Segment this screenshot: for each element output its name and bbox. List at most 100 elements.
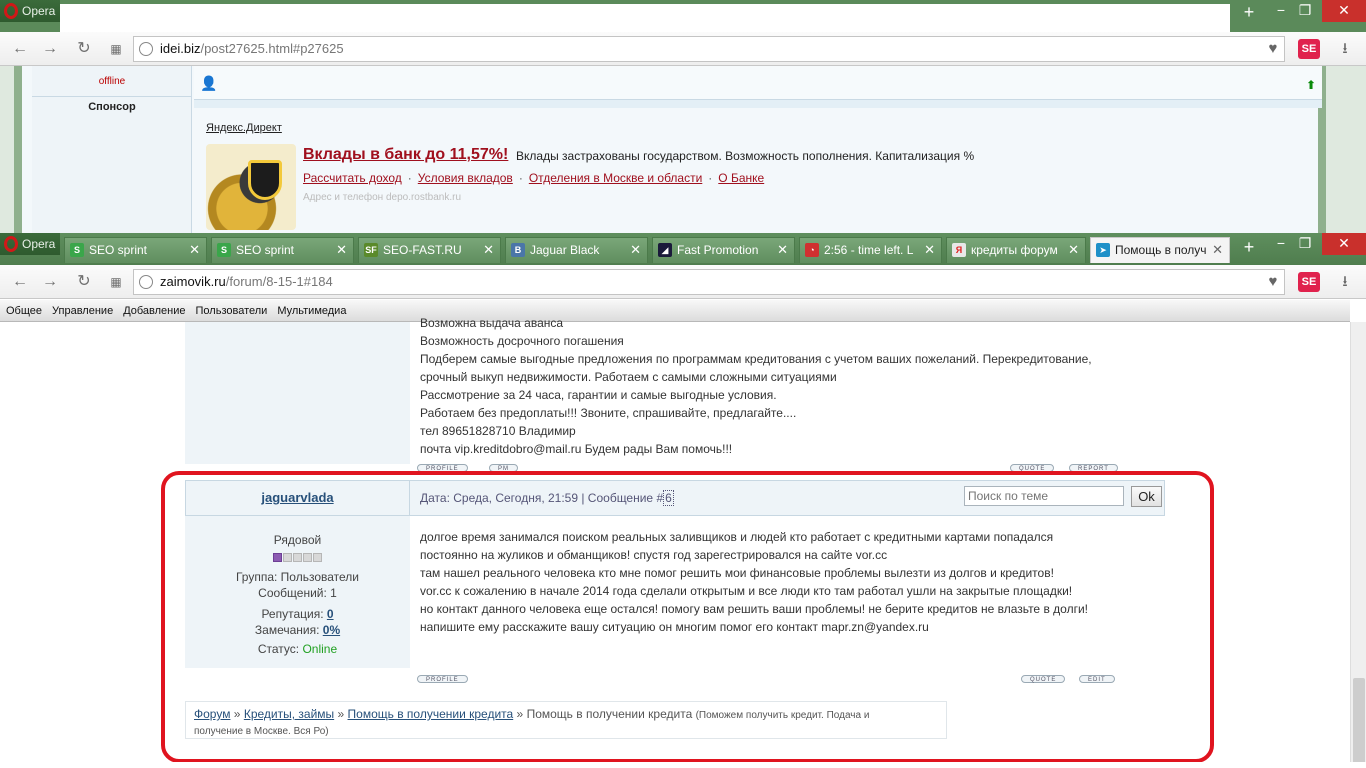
opera-menu-button[interactable]: Opera (0, 0, 60, 22)
warnings-link[interactable]: 0% (323, 623, 340, 637)
ad-link-calc[interactable]: Рассчитать доход (303, 171, 402, 185)
user-profile-icon[interactable]: 👤 (200, 75, 217, 92)
go-top-icon[interactable]: ⬆ (1306, 78, 1316, 92)
se-extension-icon[interactable]: SE (1298, 39, 1320, 59)
breadcrumb-help[interactable]: Помощь в получении кредита (348, 707, 514, 721)
download-icon[interactable]: ⭳ (1334, 272, 1356, 292)
site-info-icon[interactable] (139, 275, 153, 289)
heart-icon[interactable]: ♥ (1262, 272, 1284, 292)
menu-general[interactable]: Общее (0, 305, 46, 317)
forward-icon[interactable]: → (40, 40, 60, 58)
close-button[interactable]: ✕ (1322, 0, 1366, 22)
close-button[interactable]: ✕ (1322, 233, 1366, 255)
tab-3[interactable]: SF SEO-FAST.RU ✕ (358, 237, 501, 263)
address-bar: ← → ↻ ▦ zaimovik.ru/forum/8-15-1#184 ♥ S… (0, 265, 1366, 299)
tab-2[interactable]: S SEO sprint ✕ (211, 237, 354, 263)
tab-label: 2:56 - time left. L (824, 243, 914, 257)
ad-image[interactable] (206, 144, 296, 230)
tab-close-icon[interactable]: ✕ (189, 238, 200, 262)
post2-author-cell: jaguarvlada (185, 480, 410, 516)
back-icon[interactable]: ← (10, 40, 30, 58)
tab-8[interactable]: ➤ Помощь в получ ✕ (1090, 237, 1230, 263)
page-idei: offline Спонсор 👤 ⬆ Яндекс.Директ Вклады… (0, 66, 1366, 233)
post2-quote-button[interactable]: QUOTE (1021, 675, 1066, 683)
site-info-icon[interactable] (139, 42, 153, 56)
bottom-strip (0, 762, 1366, 768)
post2-author-link[interactable]: jaguarvlada (261, 490, 333, 505)
post1-profile-button[interactable]: PROFILE (417, 464, 468, 472)
new-tab-button[interactable]: + (1234, 2, 1264, 24)
rank-star (303, 553, 312, 562)
post1-pm-button[interactable]: PM (489, 464, 518, 472)
tab-1[interactable]: S SEO sprint ✕ (64, 237, 207, 263)
tab-close-icon[interactable]: ✕ (924, 238, 935, 262)
ad-link-offices[interactable]: Отделения в Москве и области (529, 171, 702, 185)
forum-content: Возможна выдача аванса Возможность досро… (0, 316, 1350, 768)
speed-dial-icon[interactable]: ▦ (106, 40, 126, 58)
url-field[interactable]: zaimovik.ru/forum/8-15-1#184 (133, 269, 1285, 295)
reload-icon[interactable]: ↻ (74, 40, 94, 58)
url-field[interactable]: idei.biz/post27625.html#p27625 (133, 36, 1285, 62)
user-status: offline (98, 76, 126, 87)
ad-description: Вклады застрахованы государством. Возмож… (516, 149, 975, 163)
se-extension-icon[interactable]: SE (1298, 272, 1320, 292)
post2-edit-button[interactable]: EDIT (1079, 675, 1115, 683)
new-tab-button[interactable]: + (1234, 237, 1264, 259)
tab-6[interactable]: ◔ 2:56 - time left. L ✕ (799, 237, 942, 263)
post1-report-button[interactable]: REPORT (1069, 464, 1118, 472)
heart-icon[interactable]: ♥ (1262, 39, 1284, 59)
fast-promotion-icon: ◢ (658, 243, 672, 257)
ad-link-about[interactable]: О Банке (718, 171, 764, 185)
maximize-button[interactable]: ❐ (1290, 233, 1320, 255)
user-post-count: Сообщений: 1 (258, 586, 337, 600)
post1-line: Рассмотрение за 24 часа, гарантии и самы… (420, 388, 777, 402)
topic-search-input[interactable] (964, 486, 1124, 506)
search-ok-button[interactable]: Ok (1131, 486, 1162, 507)
tab-close-icon[interactable]: ✕ (1212, 238, 1223, 262)
yandex-direct-link[interactable]: Яндекс.Директ (206, 122, 282, 134)
tab-label: SEO sprint (89, 243, 148, 257)
ad-title-link[interactable]: Вклады в банк до 11,57%! (303, 146, 508, 164)
post2-user-info: Рядовой Группа: Пользователи Сообщений: … (185, 516, 410, 668)
post1-line: Подберем самые выгодные предложения по п… (420, 352, 1092, 366)
tab-5[interactable]: ◢ Fast Promotion ✕ (652, 237, 795, 263)
rank-star (283, 553, 292, 562)
opera-menu-button[interactable]: Opera (0, 233, 60, 255)
post1-quote-button[interactable]: QUOTE (1010, 464, 1055, 472)
reload-icon[interactable]: ↻ (74, 273, 94, 291)
opera-logo-icon (4, 236, 18, 252)
tab-label: SEO-FAST.RU (383, 243, 462, 257)
tab-4[interactable]: B Jaguar Black ✕ (505, 237, 648, 263)
user-warnings: Замечания: 0% (185, 623, 410, 637)
tab-close-icon[interactable]: ✕ (483, 238, 494, 262)
divider (32, 96, 192, 97)
post-frame: offline Спонсор 👤 ⬆ Яндекс.Директ Вклады… (14, 66, 1326, 233)
breadcrumb-sep: » (516, 707, 524, 721)
back-icon[interactable]: ← (10, 273, 30, 291)
forward-icon[interactable]: → (40, 273, 60, 291)
page-scrollbar[interactable] (1350, 322, 1366, 768)
scrollbar-thumb[interactable] (1353, 678, 1365, 766)
post2-profile-button[interactable]: PROFILE (417, 675, 468, 683)
download-icon[interactable]: ⭳ (1334, 39, 1356, 59)
speed-dial-icon[interactable]: ▦ (106, 273, 126, 291)
menu-multimedia[interactable]: Мультимедиа (271, 305, 350, 317)
menu-manage[interactable]: Управление (46, 305, 117, 317)
menu-add[interactable]: Добавление (117, 305, 189, 317)
post2-message-number[interactable]: 6 (663, 490, 674, 506)
tab-close-icon[interactable]: ✕ (630, 238, 641, 262)
rank-star (273, 553, 282, 562)
breadcrumb-forum[interactable]: Форум (194, 707, 230, 721)
maximize-button[interactable]: ❐ (1290, 0, 1320, 22)
menu-users[interactable]: Пользователи (190, 305, 272, 317)
tab-7[interactable]: Якредиты форум ✕ (946, 237, 1086, 263)
tab-close-icon[interactable]: ✕ (336, 238, 347, 262)
breadcrumb-credits[interactable]: Кредиты, займы (244, 707, 334, 721)
user-reputation: Репутация: 0 (185, 607, 410, 621)
post2-body: долгое время занимался поиском реальных … (410, 516, 1165, 668)
reputation-link[interactable]: 0 (327, 607, 334, 621)
rank-star (293, 553, 302, 562)
tab-close-icon[interactable]: ✕ (1068, 238, 1079, 262)
ad-link-terms[interactable]: Условия вкладов (418, 171, 513, 185)
tab-close-icon[interactable]: ✕ (777, 238, 788, 262)
